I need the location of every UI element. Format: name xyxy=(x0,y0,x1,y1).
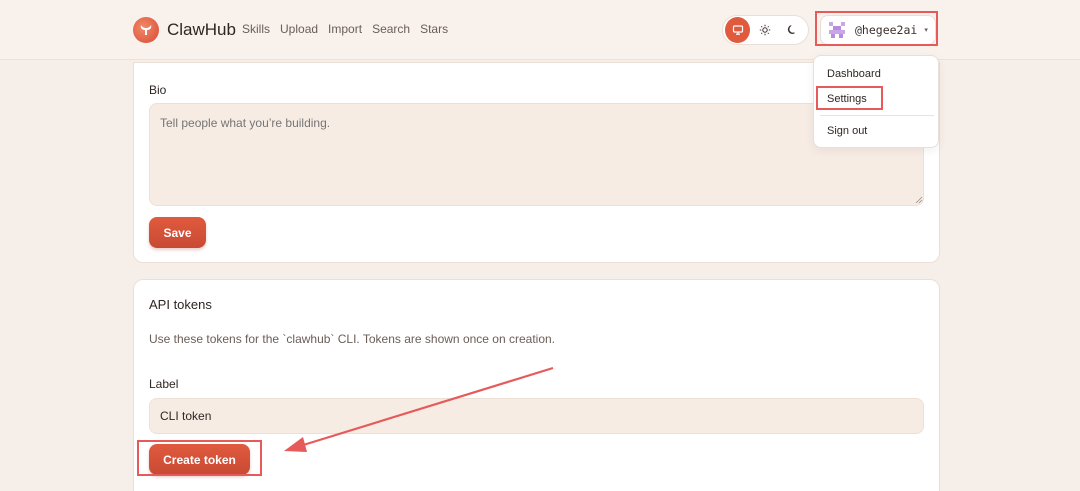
annotation-arrow xyxy=(284,366,554,452)
settings-page: ClawHub Skills Upload Import Search Star… xyxy=(0,0,1080,491)
